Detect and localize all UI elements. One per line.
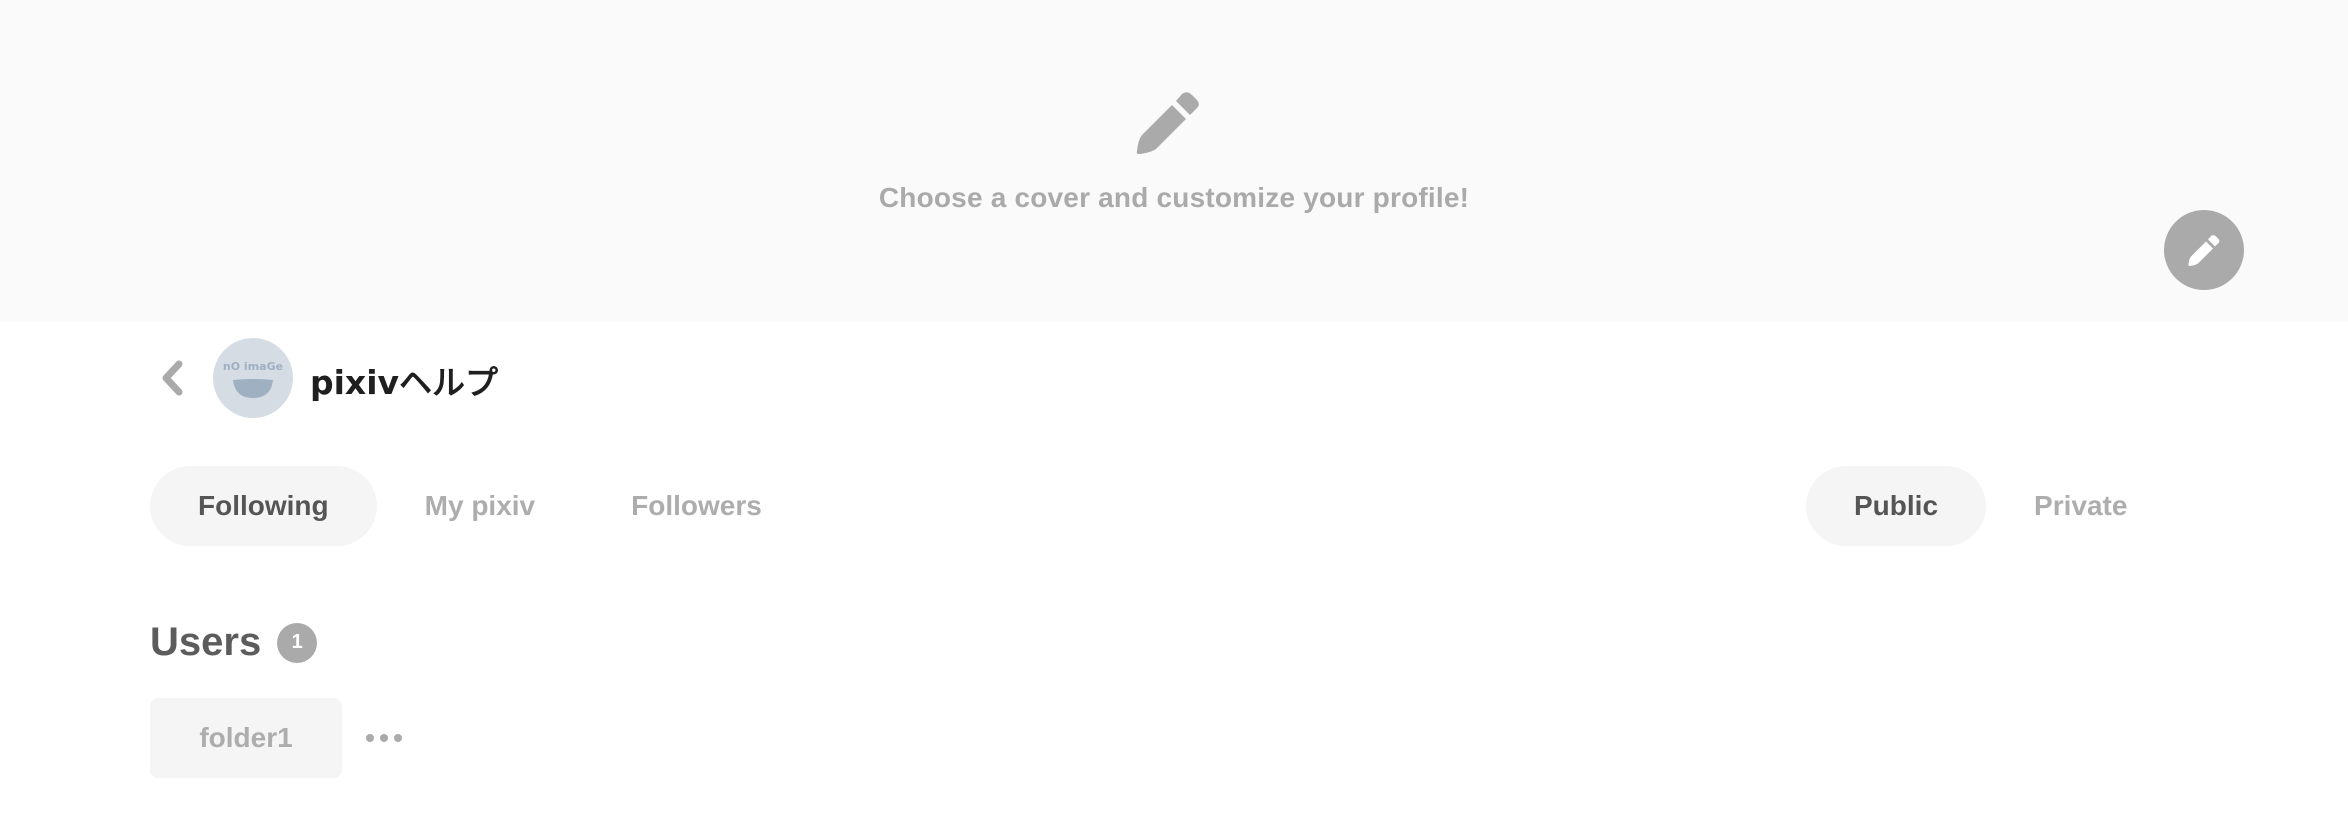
user-name[interactable]: pixivヘルプ xyxy=(310,356,498,404)
ellipsis-icon xyxy=(366,734,402,742)
count-badge: 1 xyxy=(277,622,318,663)
users-section-header: Users 1 xyxy=(150,620,318,665)
svg-text:nO imaGe: nO imaGe xyxy=(223,360,283,373)
visibility-toggle: Public Private xyxy=(1806,466,2175,546)
pencil-icon xyxy=(1136,92,1199,154)
profile-cover[interactable]: Choose a cover and customize your profil… xyxy=(0,0,2348,322)
cover-prompt: Choose a cover and customize your profil… xyxy=(878,182,1470,213)
tab-following[interactable]: Following xyxy=(150,466,377,546)
tab-my-pixiv[interactable]: My pixiv xyxy=(377,466,583,546)
chevron-left-icon xyxy=(162,360,183,396)
pencil-icon xyxy=(2188,235,2220,266)
folder-chip[interactable]: folder1 xyxy=(150,698,342,778)
private-tab[interactable]: Private xyxy=(1986,466,2175,546)
public-tab[interactable]: Public xyxy=(1806,466,1987,546)
no-image-icon: nO imaGe xyxy=(223,360,283,398)
more-options-button[interactable] xyxy=(362,718,406,758)
back-button[interactable] xyxy=(156,356,188,400)
edit-profile-button[interactable] xyxy=(2164,210,2244,290)
profile-tabs: Following My pixiv Followers xyxy=(150,466,810,546)
folder-list: folder1 xyxy=(150,698,406,778)
avatar[interactable]: nO imaGe xyxy=(213,338,293,418)
tab-followers[interactable]: Followers xyxy=(583,466,810,546)
section-title: Users xyxy=(150,620,262,664)
